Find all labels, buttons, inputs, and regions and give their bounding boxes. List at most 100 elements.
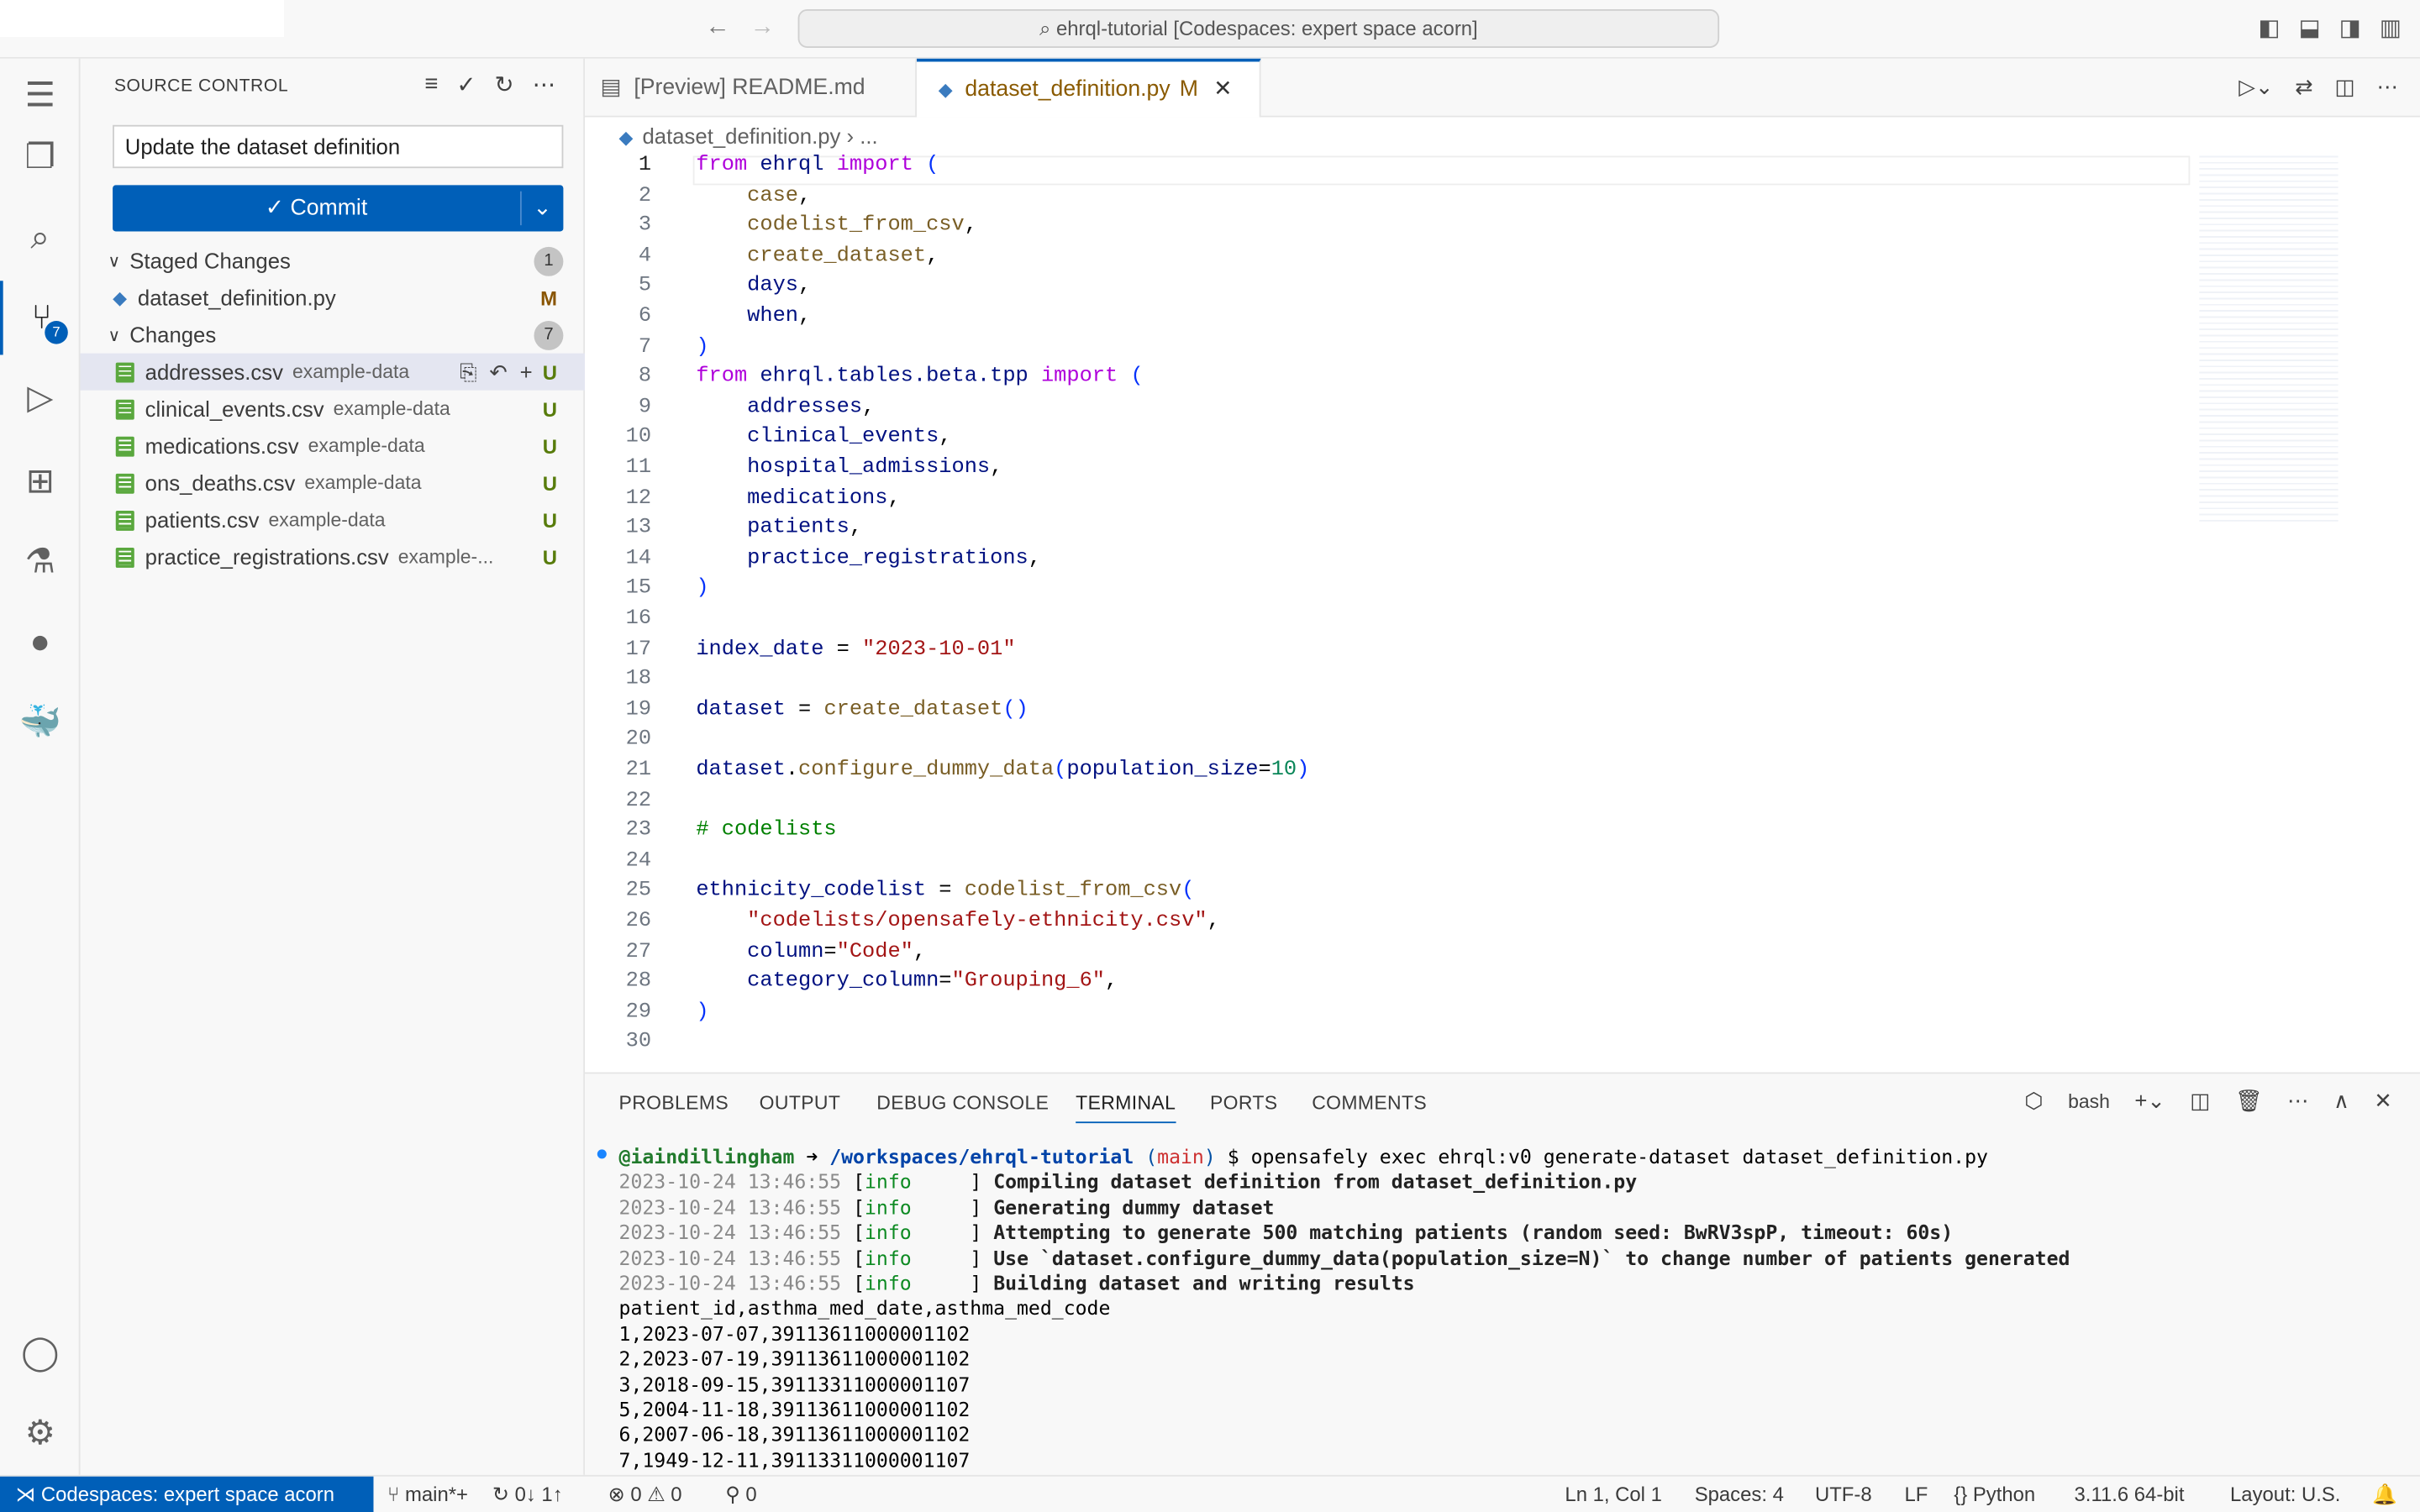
view-as-tree-icon[interactable]: ≡ bbox=[424, 71, 438, 98]
toggle-secondary-sidebar-icon[interactable]: ◨ bbox=[2339, 14, 2361, 41]
source-control-icon[interactable]: ⑂ 7 bbox=[0, 281, 81, 355]
panel-tab-terminal[interactable]: TERMINAL bbox=[1076, 1092, 1176, 1124]
panel-tab-comments[interactable]: COMMENTS bbox=[1312, 1092, 1427, 1114]
breadcrumb-symbols[interactable]: ... bbox=[860, 123, 877, 148]
code-line[interactable]: column="Code", bbox=[696, 941, 926, 964]
more-actions-icon[interactable]: ⋯ bbox=[2377, 74, 2399, 100]
toggle-sidebar-icon[interactable]: ◧ bbox=[2259, 14, 2281, 41]
python-interpreter[interactable]: 3.11.6 64-bit bbox=[2075, 1483, 2185, 1506]
docker-icon[interactable]: 🐳 bbox=[0, 685, 81, 759]
code-line[interactable]: clinical_events, bbox=[696, 427, 951, 450]
code-line[interactable]: ) bbox=[696, 336, 708, 360]
code-line[interactable]: days, bbox=[696, 276, 811, 299]
code-editor[interactable]: ◆ dataset_definition.py › ... 1 from ehrql… bbox=[585, 117, 2420, 1073]
branch-indicator[interactable]: ⑂ main*+ bbox=[387, 1483, 468, 1506]
ports-indicator[interactable]: ⚲ 0 bbox=[725, 1483, 756, 1507]
commit-message-input[interactable]: Update the dataset definition bbox=[113, 124, 564, 169]
code-line[interactable]: create_dataset, bbox=[696, 245, 939, 269]
customize-layout-icon[interactable]: ▥ bbox=[2380, 14, 2402, 41]
code-line[interactable]: ) bbox=[696, 1001, 708, 1025]
back-arrow-icon[interactable]: ← bbox=[705, 14, 729, 42]
code-line[interactable]: from ehrql import ( bbox=[696, 155, 939, 178]
commit-check-icon[interactable]: ✓ bbox=[456, 71, 476, 98]
explorer-icon[interactable]: ❐ bbox=[0, 120, 81, 194]
open-file-icon[interactable]: ⎘ bbox=[460, 359, 477, 385]
close-panel-icon[interactable]: ✕ bbox=[2374, 1088, 2392, 1114]
run-debug-icon[interactable]: ▷ bbox=[0, 361, 81, 435]
staged-changes-header[interactable]: ∨ Staged Changes 1 bbox=[81, 242, 586, 279]
panel-tab-ports[interactable]: PORTS bbox=[1210, 1092, 1278, 1114]
keyboard-layout[interactable]: Layout: U.S. bbox=[2230, 1483, 2340, 1506]
code-line[interactable]: codelist_from_csv, bbox=[696, 215, 977, 239]
code-line[interactable]: "codelists/opensafely-ethnicity.csv", bbox=[696, 911, 1220, 934]
cursor-position[interactable]: Ln 1, Col 1 bbox=[1565, 1483, 1661, 1506]
tab-dataset-definition[interactable]: ◆ dataset_definition.py M ✕ bbox=[916, 58, 1261, 118]
code-line[interactable]: when, bbox=[696, 306, 811, 329]
changed-file-item[interactable]: patients.csv example-data U bbox=[81, 501, 586, 538]
changed-file-item[interactable]: medications.csv example-data U bbox=[81, 428, 586, 465]
panel-tab-problems[interactable]: PROBLEMS bbox=[619, 1092, 729, 1114]
encoding[interactable]: UTF-8 bbox=[1815, 1483, 1872, 1506]
code-line[interactable]: hospital_admissions, bbox=[696, 457, 1002, 480]
code-line[interactable]: dataset = create_dataset() bbox=[696, 699, 1028, 722]
code-line[interactable]: addresses, bbox=[696, 396, 875, 420]
manage-gear-icon[interactable]: ⚙ bbox=[0, 1396, 81, 1470]
code-line[interactable]: index_date = "2023-10-01" bbox=[696, 638, 1015, 662]
sync-indicator[interactable]: ↻ 0↓ 1↑ bbox=[492, 1483, 563, 1507]
refresh-icon[interactable]: ↻ bbox=[495, 71, 514, 98]
remote-indicator[interactable]: ⋊ Codespaces: expert space acorn bbox=[0, 1476, 374, 1512]
command-center-search[interactable]: ⌕ ehrql-tutorial [Codespaces: expert spa… bbox=[797, 9, 1720, 48]
code-line[interactable]: case, bbox=[696, 185, 811, 208]
code-line[interactable]: from ehrql.tables.beta.tpp import ( bbox=[696, 366, 1143, 390]
split-editor-icon[interactable]: ◫ bbox=[2334, 74, 2354, 100]
changed-file-item[interactable]: ons_deaths.csv example-data U bbox=[81, 465, 586, 501]
new-terminal-icon[interactable]: +⌄ bbox=[2134, 1088, 2165, 1114]
code-line[interactable]: practice_registrations, bbox=[696, 548, 1041, 571]
terminal-token: 2023-10-24 13:46:55 bbox=[618, 1195, 854, 1219]
code-line[interactable]: dataset.configure_dummy_data(population_… bbox=[696, 759, 1309, 783]
run-python-icon[interactable]: ▷⌄ bbox=[2238, 74, 2273, 100]
terminal-line: 2,2023-07-19,39113611000001102 bbox=[619, 1347, 971, 1371]
stage-changes-icon[interactable]: + bbox=[520, 359, 533, 385]
code-line[interactable]: patients, bbox=[696, 517, 862, 541]
more-actions-icon[interactable]: ⋯ bbox=[2287, 1088, 2309, 1114]
indentation[interactable]: Spaces: 4 bbox=[1695, 1483, 1784, 1506]
changes-header[interactable]: ∨ Changes 7 bbox=[81, 317, 586, 354]
changed-file-item[interactable]: practice_registrations.csv example-... U bbox=[81, 538, 586, 575]
minimap[interactable] bbox=[2199, 150, 2338, 522]
open-changes-icon[interactable]: ⇄ bbox=[2295, 74, 2313, 100]
toggle-panel-icon[interactable]: ⬓ bbox=[2299, 14, 2321, 41]
code-line[interactable]: ethnicity_codelist = codelist_from_csv( bbox=[696, 880, 1194, 904]
line-ending[interactable]: LF bbox=[1904, 1483, 1928, 1506]
panel-tab-output[interactable]: OUTPUT bbox=[760, 1092, 841, 1114]
split-terminal-icon[interactable]: ◫ bbox=[2190, 1088, 2210, 1114]
github-icon[interactable]: ● bbox=[0, 605, 81, 679]
testing-icon[interactable]: ⚗ bbox=[0, 524, 81, 598]
problems-indicator[interactable]: ⊗ 0 ⚠ 0 bbox=[608, 1483, 682, 1507]
discard-changes-icon[interactable]: ↶ bbox=[489, 359, 508, 385]
code-line[interactable]: # codelists bbox=[696, 820, 836, 843]
maximize-panel-icon[interactable]: ∧ bbox=[2333, 1088, 2349, 1114]
extensions-icon[interactable]: ⊞ bbox=[0, 444, 81, 518]
changed-file-item[interactable]: clinical_events.csv example-data U bbox=[81, 391, 586, 428]
close-tab-icon[interactable]: ✕ bbox=[1213, 77, 1232, 102]
language-mode[interactable]: {} Python bbox=[1954, 1483, 2035, 1506]
code-line[interactable]: category_column="Grouping_6", bbox=[696, 971, 1118, 995]
panel-tab-debug-console[interactable]: DEBUG CONSOLE bbox=[876, 1092, 1049, 1114]
tab-readme-preview[interactable]: ▤ [Preview] README.md bbox=[585, 58, 917, 118]
staged-file-item[interactable]: ◆ dataset_definition.py M bbox=[81, 279, 586, 316]
chevron-down-icon: ∨ bbox=[108, 326, 121, 345]
changed-file-item[interactable]: addresses.csv example-data ⎘ ↶ + U bbox=[80, 353, 586, 391]
accounts-icon[interactable]: ◯ bbox=[0, 1316, 81, 1390]
search-icon[interactable]: ⌕ bbox=[0, 201, 81, 275]
code-line[interactable]: medications, bbox=[696, 487, 901, 511]
kill-terminal-icon[interactable]: 🗑 bbox=[2235, 1088, 2263, 1114]
forward-arrow-icon[interactable]: → bbox=[750, 14, 775, 42]
more-actions-icon[interactable]: ⋯ bbox=[533, 71, 556, 98]
terminal-shell-label[interactable]: bash bbox=[2068, 1090, 2110, 1112]
breadcrumb-file[interactable]: dataset_definition.py bbox=[642, 123, 840, 148]
code-line[interactable]: ) bbox=[696, 578, 708, 601]
commit-dropdown-chevron-icon[interactable]: ⌄ bbox=[519, 191, 563, 226]
notifications-bell-icon[interactable]: 🔔 bbox=[2372, 1483, 2397, 1507]
commit-button[interactable]: ✓ Commit ⌄ bbox=[113, 185, 564, 232]
